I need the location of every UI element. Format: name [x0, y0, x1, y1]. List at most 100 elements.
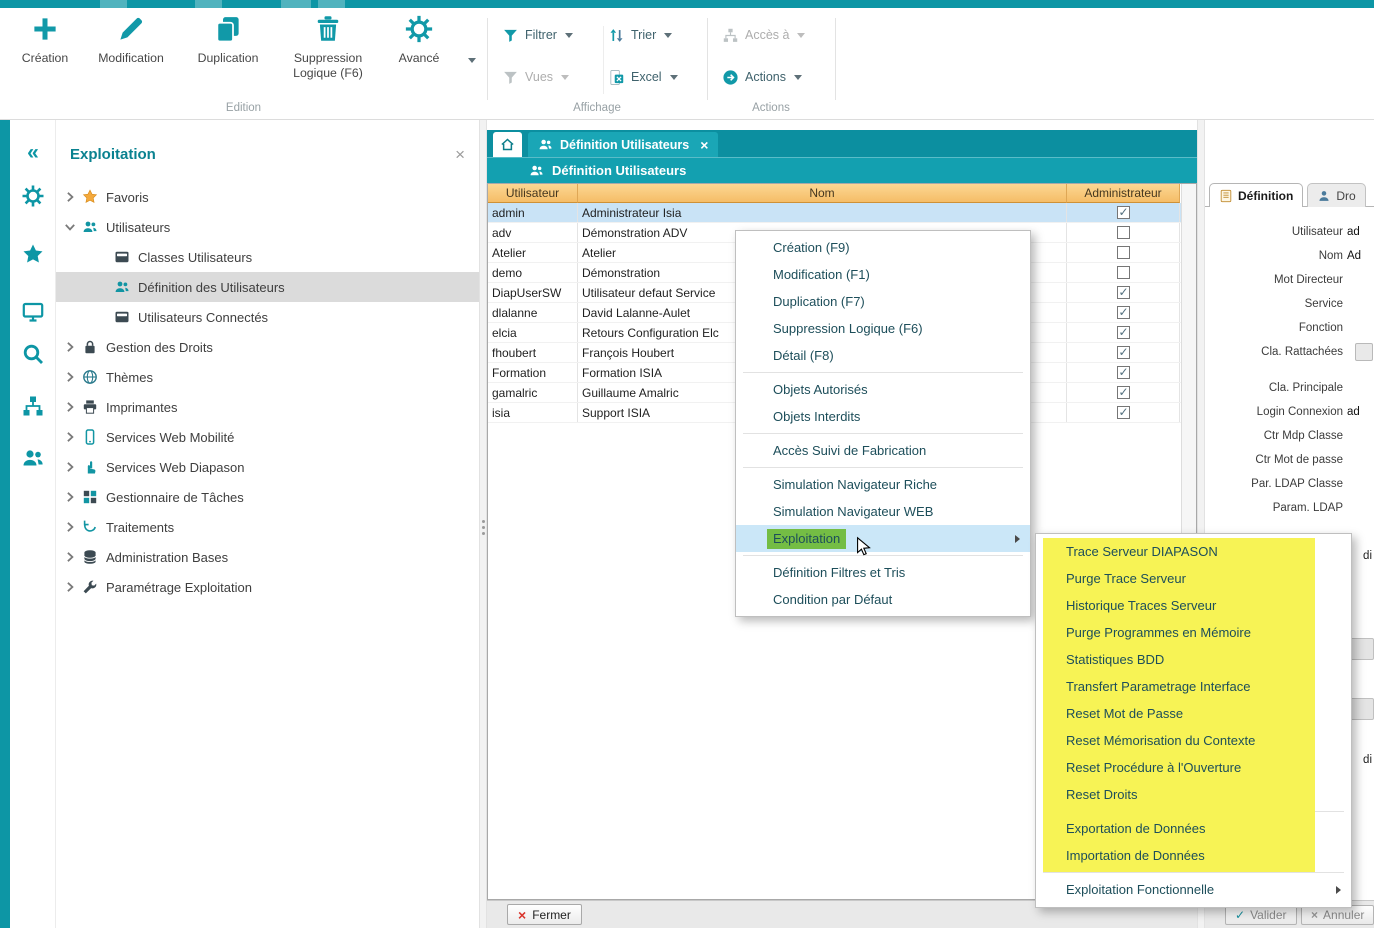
menu-item-objets-autorises[interactable]: Objets Autorisés — [736, 376, 1030, 403]
chevron-right-icon[interactable] — [64, 521, 76, 533]
nav-item-traitements[interactable]: Traitements — [56, 512, 479, 542]
submenu-item-purge-trace-serveur[interactable]: Purge Trace Serveur — [1036, 565, 1351, 592]
menu-item-suppression-logique-f6[interactable]: Suppression Logique (F6) — [736, 315, 1030, 342]
submenu-item-statistiques-bdd[interactable]: Statistiques BDD — [1036, 646, 1351, 673]
chevron-right-icon[interactable] — [64, 371, 76, 383]
admin-checkbox[interactable] — [1117, 386, 1130, 399]
edit-button[interactable] — [1355, 343, 1373, 361]
nav-splitter[interactable] — [479, 120, 487, 928]
menu-item-exploitation[interactable]: Exploitation — [736, 525, 1030, 552]
menu-item-acces-suivi-de-fabrication[interactable]: Accès Suivi de Fabrication — [736, 437, 1030, 464]
nav-item-definition-des-utilisateurs[interactable]: Définition des Utilisateurs — [56, 272, 479, 302]
nav-item-administration-bases[interactable]: Administration Bases — [56, 542, 479, 572]
chevron-right-icon[interactable] — [64, 341, 76, 353]
submenu-item-reset-mot-de-passe[interactable]: Reset Mot de Passe — [1036, 700, 1351, 727]
admin-checkbox[interactable] — [1117, 346, 1130, 359]
submenu-item-reset-procedure-a-l-ouverture[interactable]: Reset Procédure à l'Ouverture — [1036, 754, 1351, 781]
ribbon-button-excel[interactable]: Excel — [603, 64, 699, 90]
chevron-right-icon[interactable] — [64, 431, 76, 443]
submenu-item-purge-programmes-en-memoire[interactable]: Purge Programmes en Mémoire — [1036, 619, 1351, 646]
ribbon-button-duplication[interactable]: Duplication — [186, 14, 270, 96]
detail-tab-definition[interactable]: Définition — [1209, 183, 1303, 207]
nav-close-icon[interactable]: × — [455, 146, 465, 163]
menu-item-creation-f9[interactable]: Création (F9) — [736, 234, 1030, 261]
chevron-right-icon[interactable] — [64, 581, 76, 593]
ribbon-button-avance[interactable]: Avancé — [377, 14, 461, 96]
submenu-item-importation-de-donnees[interactable]: Importation de Données — [1036, 842, 1351, 869]
admin-checkbox[interactable] — [1117, 206, 1130, 219]
nav-item-gestionnaire-de-taches[interactable]: Gestionnaire de Tâches — [56, 482, 479, 512]
sidebar-sitemap-button[interactable] — [19, 392, 47, 420]
submenu-item-historique-traces-serveur[interactable]: Historique Traces Serveur — [1036, 592, 1351, 619]
menu-item-simulation-navigateur-web[interactable]: Simulation Navigateur WEB — [736, 498, 1030, 525]
nav-item-utilisateurs[interactable]: Utilisateurs — [56, 212, 479, 242]
chevron-right-icon[interactable] — [64, 551, 76, 563]
ribbon-button-trier[interactable]: Trier — [603, 22, 699, 48]
nav-item-classes-utilisateurs[interactable]: Classes Utilisateurs — [56, 242, 479, 272]
column-header-utilisateur[interactable]: Utilisateur — [488, 184, 578, 203]
menu-item-modification-f1[interactable]: Modification (F1) — [736, 261, 1030, 288]
ribbon-button-acces-a[interactable]: Accès à — [717, 22, 831, 48]
chevron-right-icon[interactable] — [64, 461, 76, 473]
chevron-right-icon[interactable] — [64, 191, 76, 203]
menu-item-duplication-f7[interactable]: Duplication (F7) — [736, 288, 1030, 315]
menu-item-condition-par-defaut[interactable]: Condition par Défaut — [736, 586, 1030, 613]
chevron-down-icon[interactable] — [64, 221, 76, 233]
admin-checkbox[interactable] — [1117, 266, 1130, 279]
nav-item-gestion-des-droits[interactable]: Gestion des Droits — [56, 332, 479, 362]
sidebar-star-button[interactable] — [19, 240, 47, 268]
nav-item-services-web-mobilite[interactable]: Services Web Mobilité — [56, 422, 479, 452]
home-tab[interactable] — [493, 132, 522, 157]
detail-tab-dro[interactable]: Dro — [1307, 183, 1365, 207]
submenu-item-trace-serveur-diapason[interactable]: Trace Serveur DIAPASON — [1036, 538, 1351, 565]
tab-close-icon[interactable]: × — [700, 138, 708, 152]
menu-item-detail-f8[interactable]: Détail (F8) — [736, 342, 1030, 369]
ribbon-button-filtrer[interactable]: Filtrer — [497, 22, 603, 48]
chevron-down-icon[interactable] — [664, 33, 672, 38]
admin-checkbox[interactable] — [1117, 366, 1130, 379]
submenu-item-exploitation-fonctionnelle[interactable]: Exploitation Fonctionnelle — [1036, 876, 1351, 903]
ribbon-button-modification[interactable]: Modification — [89, 14, 173, 96]
nav-item-imprimantes[interactable]: Imprimantes — [56, 392, 479, 422]
admin-checkbox[interactable] — [1117, 326, 1130, 339]
chevron-right-icon[interactable] — [64, 491, 76, 503]
submenu-item-exportation-de-donnees[interactable]: Exportation de Données — [1036, 815, 1351, 842]
nav-item-themes[interactable]: Thèmes — [56, 362, 479, 392]
admin-checkbox[interactable] — [1117, 406, 1130, 419]
ribbon-button-suppression-logique-f6[interactable]: Suppression Logique (F6) — [286, 14, 370, 96]
ribbon-button-creation[interactable]: Création — [3, 14, 87, 96]
submenu-item-reset-droits[interactable]: Reset Droits — [1036, 781, 1351, 808]
chevron-down-icon[interactable] — [794, 75, 802, 80]
admin-checkbox[interactable] — [1117, 226, 1130, 239]
column-header-administrateur[interactable]: Administrateur — [1067, 184, 1180, 203]
column-header-nom[interactable]: Nom — [578, 184, 1067, 203]
table-row-admin[interactable]: adminAdministrateur Isia — [488, 203, 1196, 223]
sidebar-collapse-button[interactable]: « — [19, 138, 47, 166]
admin-checkbox[interactable] — [1117, 246, 1130, 259]
ribbon-button-vues[interactable]: Vues — [497, 64, 603, 90]
nav-item-favoris[interactable]: Favoris — [56, 182, 479, 212]
menu-item-objets-interdits[interactable]: Objets Interdits — [736, 403, 1030, 430]
sidebar-gear-button[interactable] — [19, 182, 47, 210]
tab-definition-utilisateurs[interactable]: Définition Utilisateurs × — [528, 132, 718, 157]
admin-checkbox[interactable] — [1117, 286, 1130, 299]
nav-item-services-web-diapason[interactable]: Services Web Diapason — [56, 452, 479, 482]
nav-item-utilisateurs-connectes[interactable]: Utilisateurs Connectés — [56, 302, 479, 332]
chevron-down-icon[interactable] — [468, 58, 476, 63]
annuler-button[interactable]: × Annuler — [1301, 905, 1374, 925]
menu-item-simulation-navigateur-riche[interactable]: Simulation Navigateur Riche — [736, 471, 1030, 498]
sidebar-monitor-button[interactable] — [19, 298, 47, 326]
chevron-down-icon[interactable] — [670, 75, 678, 80]
ribbon-button-actions[interactable]: Actions — [717, 64, 831, 90]
chevron-down-icon[interactable] — [565, 33, 573, 38]
valider-button[interactable]: ✓ Valider — [1225, 905, 1297, 925]
nav-item-parametrage-exploitation[interactable]: Paramétrage Exploitation — [56, 572, 479, 602]
sidebar-users-button[interactable] — [19, 444, 47, 472]
admin-checkbox[interactable] — [1117, 306, 1130, 319]
submenu-item-transfert-parametrage-interface[interactable]: Transfert Parametrage Interface — [1036, 673, 1351, 700]
menu-item-definition-filtres-et-tris[interactable]: Définition Filtres et Tris — [736, 559, 1030, 586]
fermer-button[interactable]: × Fermer — [507, 904, 582, 925]
chevron-right-icon[interactable] — [64, 401, 76, 413]
sidebar-search-button[interactable] — [19, 340, 47, 368]
submenu-item-reset-memorisation-du-contexte[interactable]: Reset Mémorisation du Contexte — [1036, 727, 1351, 754]
